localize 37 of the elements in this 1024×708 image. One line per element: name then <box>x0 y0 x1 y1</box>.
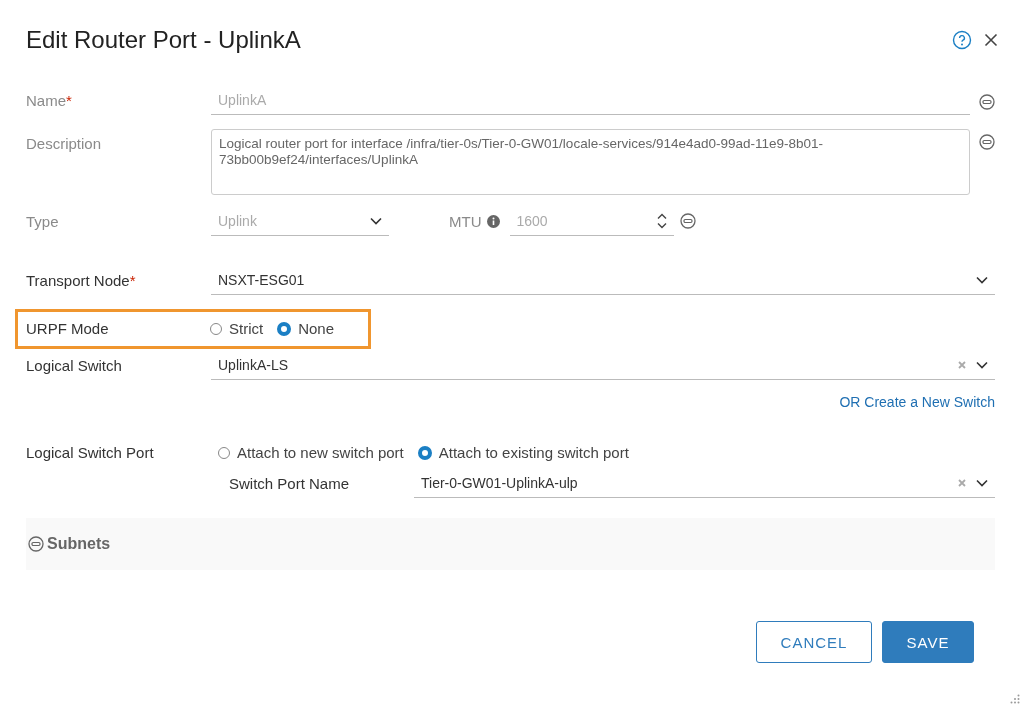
logical-switch-dropdown[interactable]: UplinkA-LS <box>211 353 995 380</box>
clear-icon[interactable] <box>958 479 966 487</box>
field-label: MTU <box>449 213 482 230</box>
resize-grip-icon <box>1010 694 1020 704</box>
field-label: Name* <box>26 92 73 111</box>
cancel-button[interactable]: CANCEL <box>756 621 872 663</box>
remove-icon[interactable] <box>679 213 696 229</box>
section-title: Subnets <box>47 535 111 553</box>
field-label: Description <box>26 134 103 154</box>
help-icon[interactable] <box>952 30 972 50</box>
create-switch-link[interactable]: OR Create a New Switch <box>839 394 995 410</box>
field-label: Switch Port Name <box>229 475 351 494</box>
remove-icon[interactable] <box>979 93 995 110</box>
remove-icon[interactable] <box>28 536 44 552</box>
close-icon[interactable] <box>984 33 998 47</box>
radio-button[interactable] <box>277 321 292 336</box>
radio-button[interactable] <box>417 445 432 460</box>
field-label: Logical Switch Port <box>26 444 155 461</box>
remove-icon[interactable] <box>979 134 995 150</box>
clear-icon[interactable] <box>958 361 966 369</box>
chevron-down-icon <box>976 361 988 369</box>
field-label: Type <box>26 213 60 232</box>
radio-label[interactable]: None <box>298 320 335 337</box>
field-label: Logical Switch <box>26 357 123 376</box>
switch-port-dropdown[interactable]: Tier-0-GW01-UplinkA-ulp <box>414 471 995 498</box>
save-button[interactable]: SAVE <box>882 621 974 663</box>
dialog-title: Edit Router Port - UplinkA <box>26 26 302 54</box>
info-icon <box>486 215 500 228</box>
field-label: URPF Mode <box>26 320 110 337</box>
chevron-down-icon <box>976 479 988 487</box>
radio-label[interactable]: Strict <box>229 320 264 337</box>
chevron-down-icon <box>976 276 988 284</box>
radio-label[interactable]: Attach to existing switch port <box>438 444 629 461</box>
field-label: Transport Node* <box>26 272 137 291</box>
transport-node-dropdown[interactable]: NSXT-ESG01 <box>211 268 995 295</box>
radio-label[interactable]: Attach to new switch port <box>237 444 404 461</box>
chevron-down-icon <box>370 217 382 225</box>
